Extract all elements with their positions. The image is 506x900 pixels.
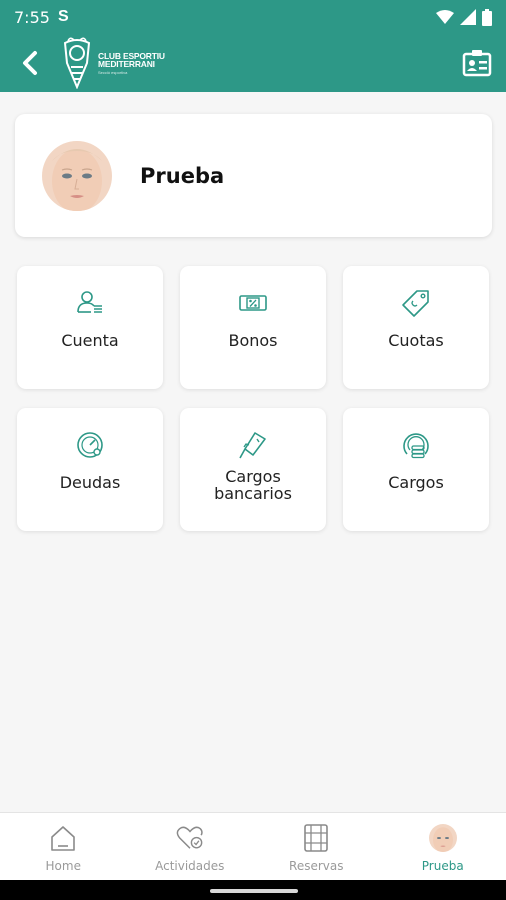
nav-actividades[interactable]: Actividades (127, 813, 254, 880)
tile-deudas[interactable]: Deudas (17, 408, 163, 531)
price-tag-icon (402, 290, 429, 317)
tile-label-line-2: bancarios (214, 484, 292, 503)
tile-label: Deudas (59, 473, 121, 492)
tile-cargos[interactable]: Cargos (343, 408, 489, 531)
tile-cuotas[interactable]: Cuotas (343, 266, 489, 389)
tile-label: Cuenta (61, 331, 119, 350)
member-card-button[interactable] (458, 44, 496, 82)
calendar-grid-icon (304, 824, 329, 852)
app-bar: CLUB ESPORTIU MEDITERRANI Secció esporti… (0, 34, 506, 92)
logo-line-2: MEDITERRANI (98, 59, 155, 69)
nav-home[interactable]: Home (0, 813, 127, 880)
back-button[interactable] (0, 34, 60, 92)
heart-check-icon (176, 826, 203, 849)
nav-profile[interactable]: Prueba (380, 813, 506, 880)
club-crest-icon (63, 37, 91, 89)
card-swipe-icon (239, 432, 266, 459)
coins-charge-icon (403, 433, 429, 459)
battery-icon (482, 8, 492, 26)
tile-label: Cuotas (388, 331, 444, 350)
sync-status-icon: S (57, 8, 69, 25)
system-nav-bar (0, 880, 506, 900)
tile-bonos[interactable]: Bonos (180, 266, 326, 389)
status-bar: 7:55 S (0, 0, 506, 34)
tile-label: Bonos (228, 331, 278, 350)
wifi-icon (436, 10, 454, 24)
status-right-icons (436, 8, 492, 26)
voucher-percent-icon (239, 295, 267, 311)
home-icon (51, 826, 76, 851)
back-arrow-icon (23, 51, 37, 75)
tile-cuenta[interactable]: Cuenta (17, 266, 163, 389)
profile-card[interactable]: Prueba (15, 114, 492, 237)
profile-name: Prueba (140, 163, 225, 188)
logo-line-3: Secció esportiva (98, 69, 128, 75)
tile-label: Cargos bancarios (180, 468, 326, 502)
signal-icon (460, 9, 476, 25)
nav-label: Home (45, 859, 81, 873)
nav-label: Prueba (421, 859, 464, 873)
home-gesture-bar[interactable] (210, 889, 298, 893)
club-logo: CLUB ESPORTIU MEDITERRANI Secció esporti… (60, 37, 165, 89)
bottom-nav: Home Actividades Reservas Prueba (0, 812, 506, 880)
avatar (428, 824, 457, 852)
tile-label: Cargos (388, 473, 444, 492)
speedometer-clock-icon (77, 432, 103, 458)
nav-label: Actividades (155, 859, 225, 873)
avatar (42, 140, 112, 211)
status-time: 7:55 (14, 7, 50, 27)
id-card-icon (462, 50, 492, 77)
tile-cargos-bancarios[interactable]: Cargos bancarios (180, 408, 326, 531)
nav-label: Reservas (289, 859, 344, 873)
user-list-icon (77, 291, 102, 313)
nav-reservas[interactable]: Reservas (253, 813, 380, 880)
